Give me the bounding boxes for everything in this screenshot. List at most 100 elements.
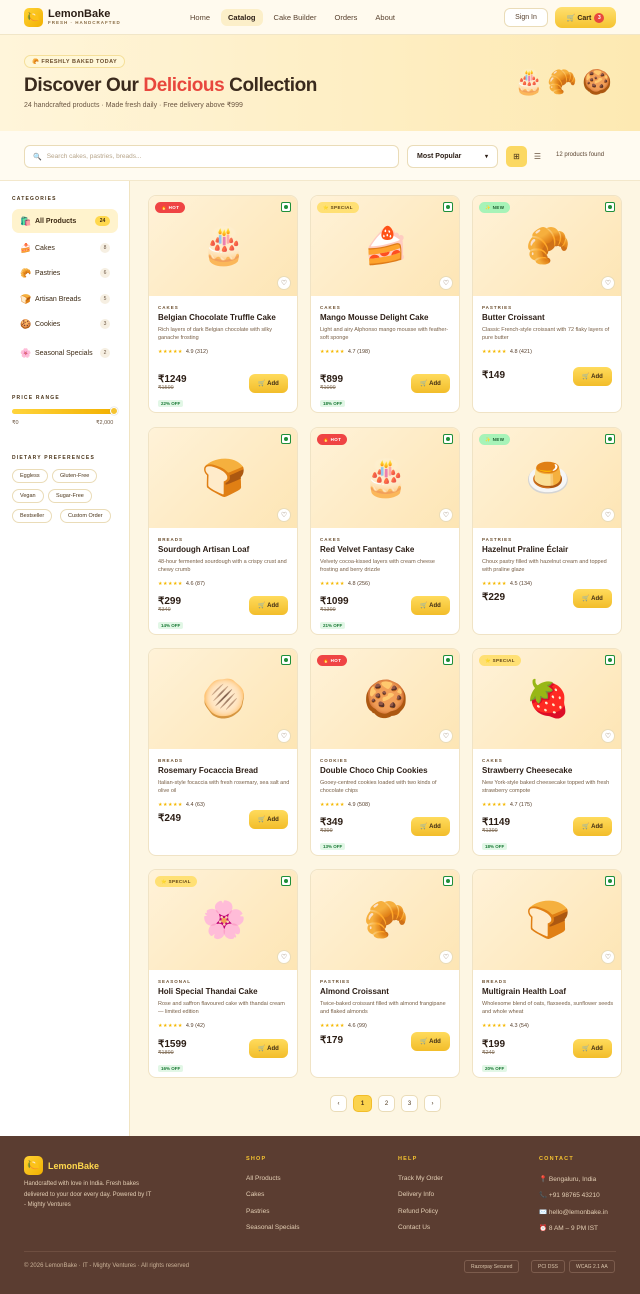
add-to-cart-button[interactable]: 🛒 Add: [411, 596, 450, 615]
nav-catalog[interactable]: Catalog: [221, 9, 263, 26]
add-to-cart-button[interactable]: 🛒 Add: [573, 1039, 612, 1058]
search-input[interactable]: 🔍 Search cakes, pastries, breads...: [24, 145, 399, 168]
next-page-button[interactable]: ›: [424, 1095, 441, 1112]
nav-cake-builder[interactable]: Cake Builder: [274, 13, 317, 22]
product-card[interactable]: 🍞 ♡ BREADS Multigrain Health Loaf Wholeso…: [472, 869, 622, 1078]
grid-view-icon[interactable]: ⊞: [506, 146, 527, 167]
add-to-cart-button[interactable]: 🛒 Add: [249, 596, 288, 615]
cart-button[interactable]: 🛒 Cart 3: [555, 7, 616, 28]
heart-icon[interactable]: ♡: [277, 276, 291, 290]
product-card[interactable]: 🍓 ⭐ SPECIAL ♡ CAKES Strawberry Cheesecake …: [472, 648, 622, 856]
footer-logo[interactable]: 🍋 LemonBake: [24, 1156, 99, 1175]
add-to-cart-button[interactable]: 🛒 Add: [249, 374, 288, 393]
nav-orders[interactable]: Orders: [334, 13, 357, 22]
list-view-icon[interactable]: ☰: [530, 146, 545, 167]
footer-link-all-products[interactable]: All Products: [246, 1175, 281, 1182]
footer-email[interactable]: ✉️ hello@lemonbake.in: [539, 1208, 608, 1216]
product-name[interactable]: Butter Croissant: [482, 313, 615, 323]
product-card[interactable]: 🍮 ✨ NEW ♡ PASTRIES Hazelnut Praline Éclair…: [472, 427, 622, 635]
chip-vegan[interactable]: Vegan: [12, 489, 44, 503]
prev-page-button[interactable]: ‹: [330, 1095, 347, 1112]
product-name[interactable]: Sourdough Artisan Loaf: [158, 545, 291, 555]
product-card[interactable]: 🫓 ♡ BREADS Rosemary Focaccia Bread Italia…: [148, 648, 298, 856]
page-3-button[interactable]: 3: [401, 1095, 418, 1112]
sign-in-button[interactable]: Sign In: [504, 8, 548, 27]
product-image[interactable]: 🍞: [149, 428, 297, 528]
heart-icon[interactable]: ♡: [601, 276, 615, 290]
product-image[interactable]: 🥐: [311, 870, 459, 970]
product-card[interactable]: 🌸 ⭐ SPECIAL ♡ SEASONAL Holi Special Thanda…: [148, 869, 298, 1078]
chip-eggless[interactable]: Eggless: [12, 469, 48, 483]
product-name[interactable]: Mango Mousse Delight Cake: [320, 313, 453, 323]
chip-sugar-free[interactable]: Sugar-Free: [48, 489, 92, 503]
product-rating: ★★★★★ 4.6 (87): [158, 581, 291, 587]
product-card[interactable]: 🎂 🔥 HOT ♡ CAKES Red Velvet Fantasy Cake Ve…: [310, 427, 460, 635]
product-name[interactable]: Red Velvet Fantasy Cake: [320, 545, 453, 555]
product-name[interactable]: Holi Special Thandai Cake: [158, 987, 291, 997]
product-name[interactable]: Hazelnut Praline Éclair: [482, 545, 615, 555]
heart-icon[interactable]: ♡: [277, 508, 291, 522]
footer-link-contact[interactable]: Contact Us: [398, 1224, 430, 1231]
chip-custom-order[interactable]: Custom Order: [60, 509, 111, 523]
category-seasonal-specials[interactable]: 🌸 Seasonal Specials 2: [12, 337, 118, 369]
page-1-button[interactable]: 1: [353, 1095, 372, 1112]
product-name[interactable]: Almond Croissant: [320, 987, 453, 997]
product-card[interactable]: 🎂 🔥 HOT ♡ CAKES Belgian Chocolate Truffle …: [148, 195, 298, 413]
heart-icon[interactable]: ♡: [439, 729, 453, 743]
product-image[interactable]: 🫓: [149, 649, 297, 749]
footer-link-pastries[interactable]: Pastries: [246, 1208, 269, 1215]
add-to-cart-button[interactable]: 🛒 Add: [411, 817, 450, 836]
price-range-slider[interactable]: [12, 407, 118, 415]
add-to-cart-button[interactable]: 🛒 Add: [411, 374, 450, 393]
nav-home[interactable]: Home: [190, 13, 210, 22]
product-card[interactable]: 🥐 ✨ NEW ♡ PASTRIES Butter Croissant Classi…: [472, 195, 622, 413]
heart-icon[interactable]: ♡: [439, 276, 453, 290]
product-card[interactable]: 🍰 ⭐ SPECIAL ♡ CAKES Mango Mousse Delight C…: [310, 195, 460, 413]
add-to-cart-button[interactable]: 🛒 Add: [573, 589, 612, 608]
product-name[interactable]: Multigrain Health Loaf: [482, 987, 615, 997]
product-card[interactable]: 🍪 🔥 HOT ♡ COOKIES Double Choco Chip Cookie…: [310, 648, 460, 856]
add-to-cart-button[interactable]: 🛒 Add: [249, 810, 288, 829]
product-rating: ★★★★★ 4.8 (256): [320, 581, 453, 587]
product-image[interactable]: 🍞: [473, 870, 621, 970]
croissant-icon: 🥐: [363, 899, 409, 940]
nav-about[interactable]: About: [375, 13, 395, 22]
footer-link-track-order[interactable]: Track My Order: [398, 1175, 443, 1182]
category-all-products[interactable]: 🛍️ All Products 24: [12, 209, 118, 233]
heart-icon[interactable]: ♡: [277, 950, 291, 964]
price-range-handle[interactable]: [110, 407, 118, 415]
product-card[interactable]: 🍞 ♡ BREADS Sourdough Artisan Loaf 48-hour…: [148, 427, 298, 635]
page-2-button[interactable]: 2: [378, 1095, 395, 1112]
heart-icon[interactable]: ♡: [601, 508, 615, 522]
add-to-cart-button[interactable]: 🛒 Add: [573, 817, 612, 836]
footer-phone[interactable]: 📞 +91 98765 43210: [539, 1191, 600, 1199]
product-name[interactable]: Double Choco Chip Cookies: [320, 766, 453, 776]
product-name[interactable]: Rosemary Focaccia Bread: [158, 766, 291, 776]
heart-icon[interactable]: ♡: [439, 950, 453, 964]
category-pastries[interactable]: 🥐 Pastries 6: [12, 261, 118, 285]
footer-link-refund[interactable]: Refund Policy: [398, 1208, 438, 1215]
category-cookies[interactable]: 🍪 Cookies 3: [12, 312, 118, 336]
heart-icon[interactable]: ♡: [601, 950, 615, 964]
product-category: CAKES: [320, 537, 341, 542]
add-to-cart-button[interactable]: 🛒 Add: [573, 367, 612, 386]
brand-logo[interactable]: 🍋 LemonBake FRESH · HANDCRAFTED: [24, 7, 121, 27]
sort-select[interactable]: Most Popular ▾: [407, 145, 498, 168]
footer-hours: ⏰ 8 AM – 9 PM IST: [539, 1225, 599, 1232]
product-name[interactable]: Belgian Chocolate Truffle Cake: [158, 313, 291, 323]
add-to-cart-button[interactable]: 🛒 Add: [411, 1032, 450, 1051]
footer-link-seasonal[interactable]: Seasonal Specials: [246, 1224, 299, 1231]
hot-badge: 🔥 HOT: [317, 655, 348, 666]
chip-gluten-free[interactable]: Gluten-Free: [52, 469, 98, 483]
category-cakes[interactable]: 🍰 Cakes 8: [12, 236, 118, 260]
footer-link-delivery[interactable]: Delivery Info: [398, 1191, 434, 1198]
add-to-cart-button[interactable]: 🛒 Add: [249, 1039, 288, 1058]
product-name[interactable]: Strawberry Cheesecake: [482, 766, 615, 776]
product-card[interactable]: 🥐 ♡ PASTRIES Almond Croissant Twice-baked…: [310, 869, 460, 1078]
category-artisan-breads[interactable]: 🍞 Artisan Breads 5: [12, 287, 118, 311]
heart-icon[interactable]: ♡: [439, 508, 453, 522]
footer-link-cakes[interactable]: Cakes: [246, 1191, 264, 1198]
heart-icon[interactable]: ♡: [277, 729, 291, 743]
heart-icon[interactable]: ♡: [601, 729, 615, 743]
chip-bestseller[interactable]: Bestseller: [12, 509, 53, 523]
